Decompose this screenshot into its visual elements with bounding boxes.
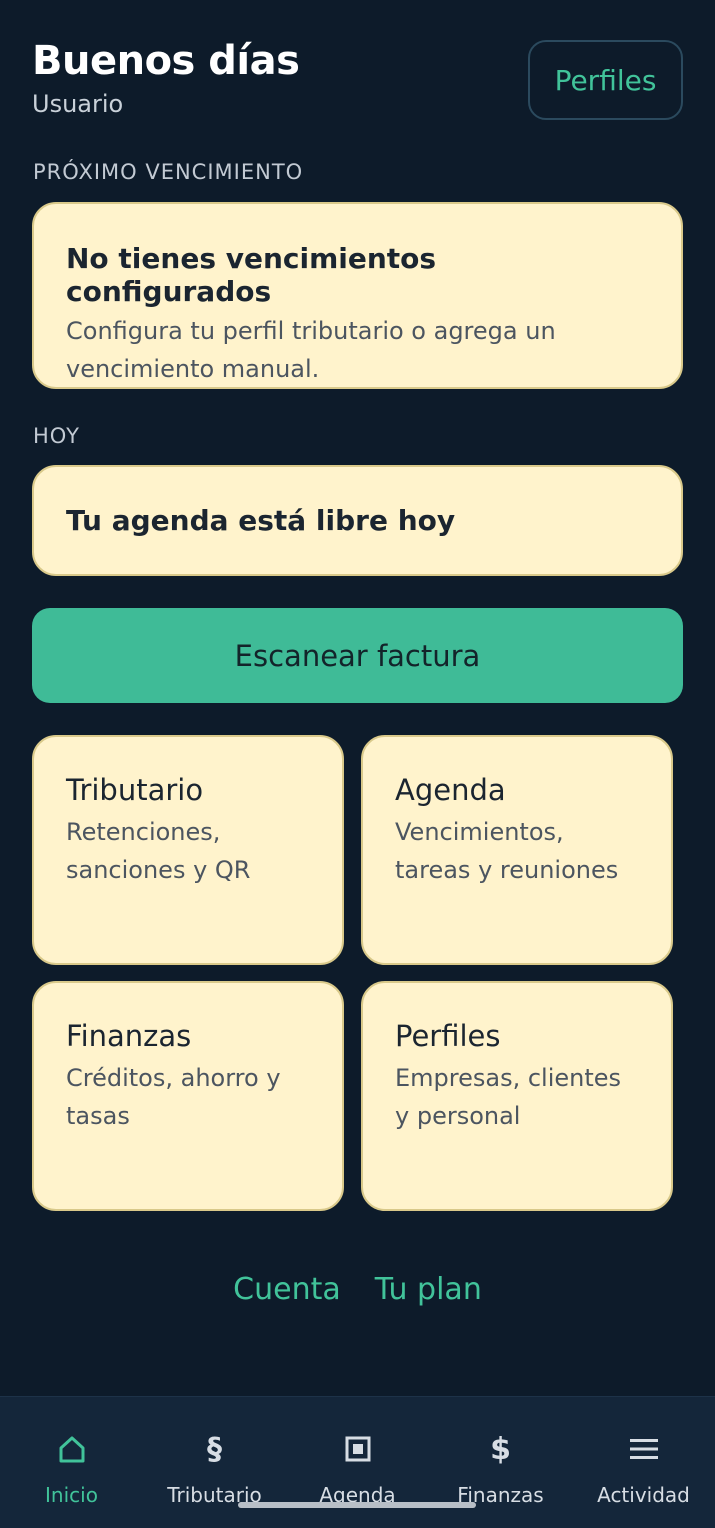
next-due-card[interactable]: No tienes vencimientos configurados Conf… — [32, 202, 683, 389]
menu-icon — [629, 1429, 659, 1469]
today-card[interactable]: Tu agenda está libre hoy — [32, 465, 683, 576]
tile-title: Tributario — [66, 773, 204, 807]
user-name: Usuario — [32, 90, 124, 118]
scan-invoice-button[interactable]: Escanear factura — [32, 608, 683, 703]
dollar-icon: $ — [490, 1431, 511, 1467]
greeting-title: Buenos días — [32, 38, 300, 84]
tile-title: Finanzas — [66, 1019, 192, 1053]
tile-finanzas[interactable]: Finanzas Créditos, ahorro y tasas — [32, 981, 344, 1211]
bottom-navigation: Inicio § Tributario Agenda $ Finanzas Ac… — [0, 1396, 715, 1528]
footer-links: Cuenta Tu plan — [0, 1272, 715, 1307]
tile-title: Perfiles — [395, 1019, 501, 1053]
nav-item-actividad[interactable]: Actividad — [572, 1397, 715, 1528]
home-icon — [57, 1429, 87, 1469]
nav-item-tributario[interactable]: § Tributario — [143, 1397, 286, 1528]
calendar-square-icon — [345, 1429, 371, 1469]
account-link[interactable]: Cuenta — [233, 1272, 341, 1307]
nav-item-inicio[interactable]: Inicio — [0, 1397, 143, 1528]
nav-item-finanzas[interactable]: $ Finanzas — [429, 1397, 572, 1528]
tile-subtitle: Créditos, ahorro y tasas — [66, 1064, 281, 1130]
profiles-button[interactable]: Perfiles — [528, 40, 683, 120]
tile-title: Agenda — [395, 773, 506, 807]
plan-link[interactable]: Tu plan — [375, 1272, 482, 1307]
today-label: HOY — [33, 424, 80, 448]
home-indicator[interactable] — [238, 1502, 476, 1508]
section-icon: § — [207, 1431, 222, 1467]
today-text: Tu agenda está libre hoy — [66, 504, 456, 537]
tile-tributario[interactable]: Tributario Retenciones, sanciones y QR — [32, 735, 344, 965]
tile-subtitle: Retenciones, sanciones y QR — [66, 818, 251, 884]
tile-subtitle: Empresas, clientes y personal — [395, 1064, 622, 1130]
greeting-header: Buenos días Usuario — [32, 38, 300, 118]
next-due-label: PRÓXIMO VENCIMIENTO — [33, 160, 304, 184]
tile-perfiles[interactable]: Perfiles Empresas, clientes y personal — [361, 981, 673, 1211]
tile-agenda[interactable]: Agenda Vencimientos, tareas y reuniones — [361, 735, 673, 965]
nav-item-agenda[interactable]: Agenda — [286, 1397, 429, 1528]
nav-label: Actividad — [597, 1483, 690, 1507]
next-due-title: No tienes vencimientos configurados — [66, 242, 437, 308]
next-due-body: Configura tu perfil tributario o agrega … — [66, 317, 556, 383]
nav-label: Inicio — [45, 1483, 98, 1507]
tile-subtitle: Vencimientos, tareas y reuniones — [395, 818, 619, 884]
